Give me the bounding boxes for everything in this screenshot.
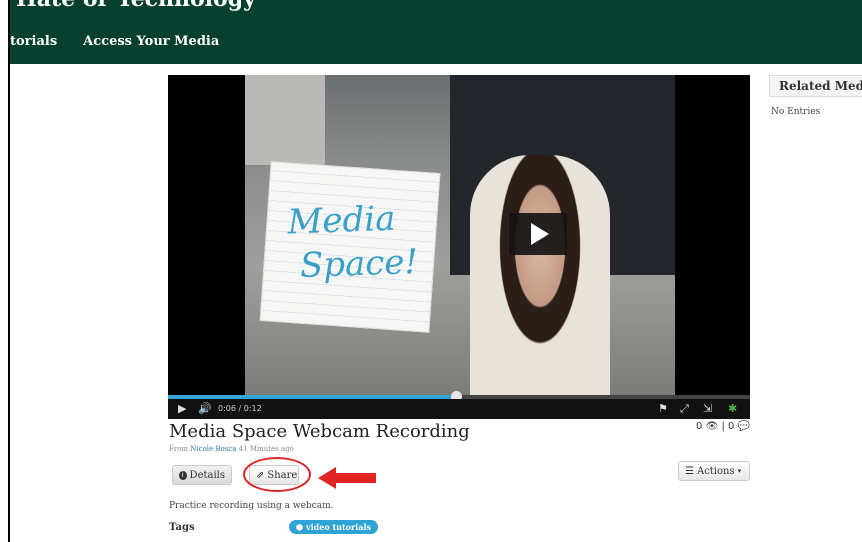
tags-label: Tags: [169, 522, 195, 533]
caret-down-icon: ▾: [737, 467, 742, 475]
nav-item-access-your-media[interactable]: Access Your Media: [83, 34, 219, 49]
volume-icon[interactable]: 🔊: [198, 402, 212, 415]
paper-sign-text: Media Space!: [286, 198, 419, 287]
site-title: Hate or Technology: [16, 0, 256, 12]
media-description: Practice recording using a webcam.: [169, 501, 334, 511]
site-header: Hate or Technology torials Access Your M…: [10, 0, 862, 64]
video-background-wall: [245, 75, 325, 165]
tag-icon: ⬢: [296, 522, 303, 532]
media-stats: 0 👁 | 0 💬: [696, 421, 750, 432]
menu-icon: ☰: [685, 465, 694, 477]
red-arrow-annotation: [318, 467, 376, 489]
byline-prefix: From: [169, 445, 189, 453]
flag-icon[interactable]: ⚑: [658, 402, 668, 415]
info-icon: i: [179, 470, 187, 480]
main-nav: torials Access Your Media: [10, 34, 219, 49]
comment-icon: 💬: [737, 421, 751, 432]
details-tab-button[interactable]: i Details: [172, 465, 232, 485]
actions-label: Actions: [696, 465, 735, 477]
share-highlight-circle: [243, 457, 311, 492]
left-border: [8, 0, 10, 542]
kaltura-logo-icon[interactable]: ✱: [728, 402, 737, 415]
expand-icon[interactable]: ⇲: [703, 402, 712, 415]
time-display: 0:06 / 0:12: [218, 404, 262, 413]
media-title: Media Space Webcam Recording: [169, 421, 470, 442]
video-player[interactable]: Media Space! ▶ 🔊 0:06 / 0:12 ⚑ ⤢ ⇲ ✱: [168, 75, 750, 419]
video-paper-sign: Media Space!: [259, 161, 441, 333]
play-icon[interactable]: ▶: [178, 402, 186, 415]
video-frame: Media Space!: [245, 75, 675, 395]
player-controls: ▶ 🔊 0:06 / 0:12 ⚑ ⤢ ⇲ ✱: [168, 399, 750, 419]
comments-count: 0: [728, 421, 735, 432]
tag-label: video tutorials: [305, 522, 371, 532]
tag-video-tutorials[interactable]: ⬢ video tutorials: [289, 520, 378, 534]
related-media-header: Related Media: [769, 75, 862, 97]
media-age: 41 Minutes ago: [238, 445, 294, 453]
views-count: 0: [696, 421, 703, 432]
actions-dropdown-button[interactable]: ☰ Actions ▾: [678, 461, 750, 481]
nav-item-tutorials[interactable]: torials: [10, 34, 57, 49]
stats-divider: |: [721, 421, 725, 432]
author-link[interactable]: Nicole Bosca: [190, 445, 236, 453]
related-media-empty: No Entries: [771, 107, 821, 117]
video-subject: [470, 155, 610, 395]
play-overlay-button[interactable]: [509, 213, 567, 255]
fullscreen-icon[interactable]: ⤢: [680, 402, 689, 416]
details-label: Details: [189, 469, 225, 481]
current-time: 0:06: [218, 404, 236, 413]
duration: / 0:12: [238, 404, 262, 413]
eye-icon: 👁: [705, 421, 719, 432]
media-byline: From Nicole Bosca 41 Minutes ago: [169, 445, 294, 453]
